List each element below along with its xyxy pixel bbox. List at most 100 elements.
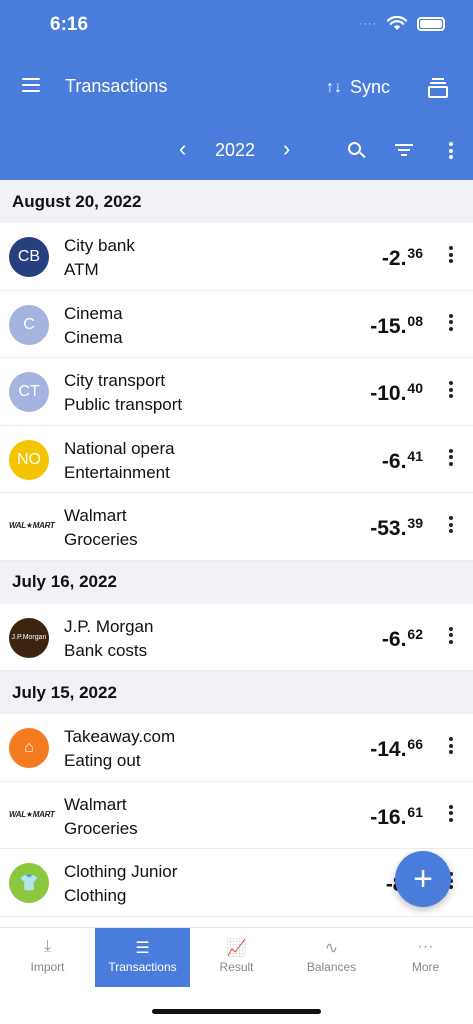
walmart-logo: WAL★MART xyxy=(9,809,55,819)
year-navigation: ‹ 2022 › xyxy=(0,136,473,166)
tab-label: More xyxy=(411,960,440,974)
amount: -6.41 xyxy=(382,448,423,474)
amount-integer: -10. xyxy=(370,382,407,405)
amount-decimal: 66 xyxy=(407,736,423,752)
status-time: 6:16 xyxy=(50,14,89,35)
amount-decimal: 36 xyxy=(407,245,423,261)
tab-result[interactable]: 📈 Result xyxy=(189,928,284,987)
more-options-icon[interactable] xyxy=(449,142,453,162)
prev-year-chevron-icon[interactable]: ‹ xyxy=(179,136,186,162)
amount-decimal: 40 xyxy=(407,380,423,396)
search-icon[interactable] xyxy=(348,142,366,160)
amount: -6.62 xyxy=(382,626,423,652)
wifi-icon xyxy=(387,16,407,30)
category-name: Eating out xyxy=(64,751,141,770)
transaction-row[interactable]: NO National opera Entertainment -6.41 xyxy=(0,425,473,493)
sync-button[interactable]: ↑↓ Sync xyxy=(326,77,390,98)
transaction-row[interactable]: CT City transport Public transport -10.40 xyxy=(0,358,473,426)
payee-avatar: C xyxy=(9,304,49,345)
next-year-chevron-icon[interactable]: › xyxy=(283,136,290,162)
payee-avatar: J.P.Morgan xyxy=(9,617,49,658)
category-name: Groceries xyxy=(64,818,138,838)
payee-avatar: 👕 xyxy=(9,863,49,903)
amount-decimal: 08 xyxy=(407,312,423,329)
transaction-row[interactable]: C Cinema Cinema -15.08 xyxy=(0,290,473,358)
row-options-icon[interactable] xyxy=(449,737,453,757)
tab-label: Result xyxy=(219,960,254,974)
sync-label: Sync xyxy=(350,77,391,97)
payee-name: City transport xyxy=(64,371,166,390)
payee-avatar: CB xyxy=(9,237,49,277)
row-options-icon[interactable] xyxy=(449,516,453,536)
row-options-icon[interactable] xyxy=(449,448,453,469)
transaction-row[interactable]: WAL★MART Walmart Groceries -16.61 xyxy=(0,781,473,849)
amount-decimal: 39 xyxy=(407,515,423,531)
payee-avatar: NO xyxy=(9,439,49,480)
hamburger-menu-icon[interactable] xyxy=(22,78,40,94)
tab-balances[interactable]: ∿ Balances xyxy=(284,928,379,987)
add-transaction-button[interactable]: + xyxy=(395,851,451,907)
payee-name: Walmart xyxy=(64,794,127,814)
payee-name: Takeaway.com xyxy=(64,727,176,746)
payee-avatar: ⌂ xyxy=(9,728,49,768)
category-name: Groceries xyxy=(64,530,138,549)
tab-transactions[interactable]: ☰ Transactions xyxy=(95,928,190,987)
amount-integer: -6. xyxy=(381,449,407,473)
transaction-list: August 20, 2022 CB City bank ATM -2.36 C Cinem… xyxy=(0,180,473,917)
more-dots-icon: ··· xyxy=(417,938,434,955)
battery-icon xyxy=(417,16,445,31)
amount-integer: -16. xyxy=(370,805,407,829)
sync-arrows-icon: ↑↓ xyxy=(326,78,342,96)
filter-icon[interactable] xyxy=(395,144,413,158)
result-chart-icon: 📈 xyxy=(226,940,247,957)
page-title: Transactions xyxy=(65,76,168,96)
category-name: Clothing xyxy=(64,886,127,905)
status-icons: ···· xyxy=(358,16,445,31)
payee-avatar: CT xyxy=(9,372,49,412)
app-header: 6:16 ···· Transactions ↑↓ Sync ‹ 2022 › xyxy=(0,0,473,180)
category-name: Cinema xyxy=(64,327,123,347)
balances-pulse-icon: ∿ xyxy=(324,940,339,957)
import-icon: ⤓ xyxy=(43,938,52,955)
amount-integer: -6. xyxy=(381,627,407,651)
amount-integer: -14. xyxy=(370,738,407,761)
row-options-icon[interactable] xyxy=(449,626,453,647)
row-options-icon[interactable] xyxy=(449,804,453,825)
transaction-row[interactable]: WAL★MART Walmart Groceries -53.39 xyxy=(0,493,473,561)
transaction-row[interactable]: ⌂ Takeaway.com Eating out -14.66 xyxy=(0,714,473,782)
tab-more[interactable]: ··· More xyxy=(378,928,473,987)
date-group-header: July 15, 2022 xyxy=(0,671,473,714)
amount: -15.08 xyxy=(370,313,423,339)
row-options-icon[interactable] xyxy=(449,381,453,401)
amount: -10.40 xyxy=(370,380,423,406)
transaction-row[interactable]: CB City bank ATM -2.36 xyxy=(0,223,473,291)
amount-integer: -2. xyxy=(381,247,407,270)
category-name: Entertainment xyxy=(64,462,170,482)
payee-name: Cinema xyxy=(64,303,123,323)
amount-decimal: 62 xyxy=(407,625,423,642)
accounts-stack-icon[interactable] xyxy=(428,76,448,98)
transaction-row[interactable]: J.P.Morgan J.P. Morgan Bank costs -6.62 xyxy=(0,603,473,671)
category-name: Public transport xyxy=(64,395,183,414)
payee-name: City bank xyxy=(64,236,135,255)
date-group-header: August 20, 2022 xyxy=(0,180,473,223)
category-name: Bank costs xyxy=(64,640,148,660)
row-options-icon[interactable] xyxy=(449,313,453,334)
amount-decimal: 41 xyxy=(407,447,423,464)
year-label: 2022 xyxy=(215,140,256,160)
amount-integer: -53. xyxy=(370,517,407,540)
date-group-header: July 16, 2022 xyxy=(0,560,473,604)
signal-icon: ···· xyxy=(358,17,377,30)
payee-name: National opera xyxy=(64,438,175,458)
tab-label: Balances xyxy=(306,960,357,974)
category-name: ATM xyxy=(64,260,99,279)
amount: -14.66 xyxy=(370,736,423,762)
payee-name: J.P. Morgan xyxy=(64,616,154,636)
amount-integer: -15. xyxy=(370,314,407,338)
home-indicator xyxy=(152,1009,321,1014)
amount: -53.39 xyxy=(370,515,423,541)
row-options-icon[interactable] xyxy=(449,246,453,266)
tab-import[interactable]: ⤓ Import xyxy=(0,928,95,987)
tab-label: Import xyxy=(30,960,65,974)
payee-name: Walmart xyxy=(64,506,127,525)
